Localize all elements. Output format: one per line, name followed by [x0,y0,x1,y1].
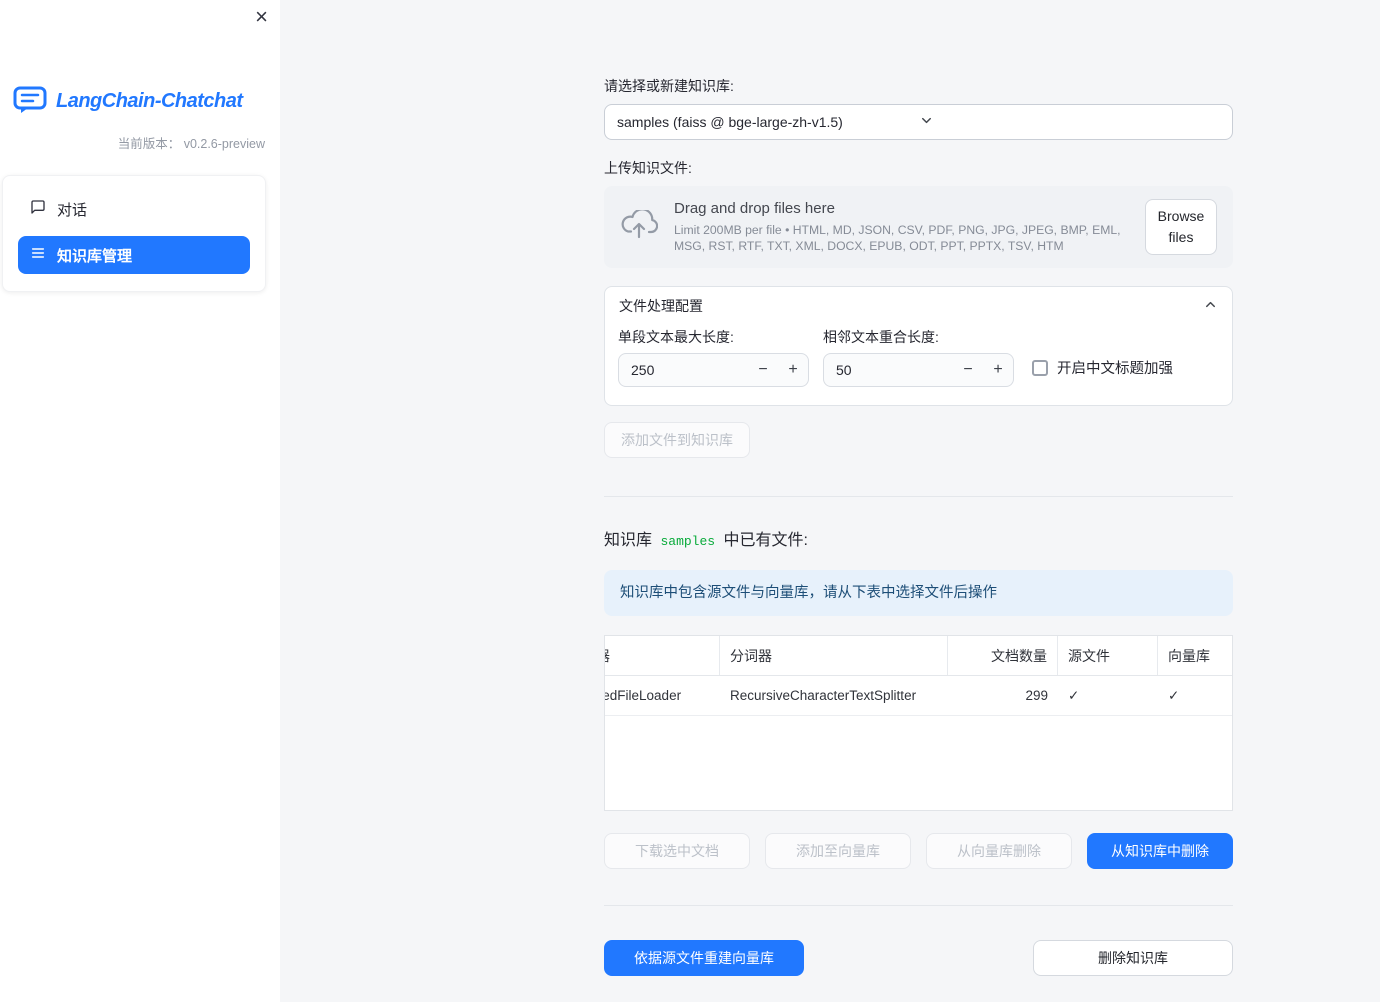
overlap-value[interactable]: 50 [836,362,953,378]
delete-kb-button[interactable]: 删除知识库 [1033,940,1233,976]
divider [604,496,1233,497]
add-to-vector-store-button[interactable]: 添加至向量库 [765,833,911,869]
delete-from-kb-button[interactable]: 从知识库中删除 [1087,833,1233,869]
uploader-title: Drag and drop files here [674,200,835,217]
existing-files-heading: 知识库 samples 中已有文件: [604,529,1233,554]
kb-actions-row: 依据源文件重建向量库 删除知识库 [604,940,1233,976]
cell-doc-count: 299 [1025,688,1048,703]
col-header-source-file[interactable]: 源文件 [1058,636,1158,675]
existing-prefix: 知识库 [604,532,653,549]
minus-button[interactable]: − [748,361,778,379]
kb-list-icon [30,245,46,265]
browse-files-button[interactable]: Browse files [1145,199,1217,255]
overlap-label: 相邻文本重合长度: [823,329,939,345]
sidebar-item-dialogue[interactable]: 对话 [18,190,250,228]
delete-from-vector-store-button[interactable]: 从向量库删除 [926,833,1072,869]
uploader-hint: Limit 200MB per file • HTML, MD, JSON, C… [674,223,1121,253]
zh-title-enhance-label: 开启中文标题加强 [1057,361,1173,377]
table-header: 文档加载器 分词器 文档数量 源文件 向量库 [605,636,1232,676]
zh-title-enhance-checkbox[interactable] [1032,359,1048,376]
overlap-input[interactable]: 50 − + [823,353,1014,387]
existing-suffix: 中已有文件: [723,532,808,549]
sidebar-item-label: 对话 [57,201,88,219]
kb-select[interactable]: samples (faiss @ bge-large-zh-v1.5) [604,104,1233,140]
plus-button[interactable]: + [983,361,1013,379]
download-selected-button[interactable]: 下载选中文档 [604,833,750,869]
chat-icon [30,199,46,219]
plus-button[interactable]: + [778,361,808,379]
file-config-expander-header[interactable]: 文件处理配置 [605,287,1232,325]
col-header-splitter[interactable]: 分词器 [720,636,948,675]
rebuild-vector-store-button[interactable]: 依据源文件重建向量库 [604,940,804,976]
app-logo: LangChain-Chatchat [13,86,280,117]
uploader-texts: Drag and drop files here Limit 200MB per… [674,200,1129,254]
max-length-value[interactable]: 250 [631,362,748,378]
file-config-expander: 文件处理配置 单段文本最大长度: 250 − + 相邻文本重合长度: 50 − … [604,286,1233,406]
expander-body: 单段文本最大长度: 250 − + 相邻文本重合长度: 50 − + 开启中文标… [605,325,1232,405]
sidebar-menu: 对话 知识库管理 [2,175,266,292]
max-length-label: 单段文本最大长度: [618,329,734,345]
kb-select-label: 请选择或新建知识库: [604,78,734,94]
max-length-group: 单段文本最大长度: 250 − + [618,327,809,387]
table-row[interactable]: UnstructuredFileLoader RecursiveCharacte… [605,676,1232,716]
add-files-to-kb-button[interactable]: 添加文件到知识库 [604,422,750,458]
col-header-doc-count[interactable]: 文档数量 [948,636,1058,675]
cell-vector-store-check: ✓ [1168,687,1180,703]
expander-title: 文件处理配置 [619,298,703,314]
sidebar: × LangChain-Chatchat 当前版本： v0.2.6-previe… [0,0,280,1002]
minus-button[interactable]: − [953,361,983,379]
sidebar-item-kb-management[interactable]: 知识库管理 [18,236,250,274]
version-label: 当前版本： v0.2.6-preview [117,137,265,151]
cell-splitter: RecursiveCharacterTextSplitter [730,688,917,703]
main-area: 请选择或新建知识库: samples (faiss @ bge-large-zh… [280,0,1380,1002]
zh-title-enhance-group: 开启中文标题加强 [1032,357,1173,378]
chevron-up-icon [1203,297,1218,315]
file-uploader-dropzone[interactable]: Drag and drop files here Limit 200MB per… [604,186,1233,268]
max-length-input[interactable]: 250 − + [618,353,809,387]
logo-chat-icon [13,86,47,117]
col-header-vector-store[interactable]: 向量库 [1158,636,1232,675]
cloud-upload-icon [620,208,659,244]
logo-text: LangChain-Chatchat [56,90,243,112]
col-header-loader[interactable]: 文档加载器 [605,636,720,675]
file-actions-row: 下载选中文档 添加至向量库 从向量库删除 从知识库中删除 [604,833,1233,869]
sidebar-item-label: 知识库管理 [57,247,133,265]
cell-loader: UnstructuredFileLoader [605,688,682,703]
divider [604,905,1233,906]
info-banner: 知识库中包含源文件与向量库，请从下表中选择文件后操作 [604,570,1233,616]
cell-source-file-check: ✓ [1068,687,1080,703]
kb-name-code: samples [660,534,716,549]
files-table[interactable]: 文档加载器 分词器 文档数量 源文件 向量库 UnstructuredFileL… [604,635,1233,811]
kb-select-value: samples (faiss @ bge-large-zh-v1.5) [617,114,843,130]
uploader-label: 上传知识文件: [604,160,692,176]
sidebar-close-icon[interactable]: × [255,4,268,30]
overlap-group: 相邻文本重合长度: 50 − + [823,327,1014,387]
chevron-down-icon [919,113,1221,131]
